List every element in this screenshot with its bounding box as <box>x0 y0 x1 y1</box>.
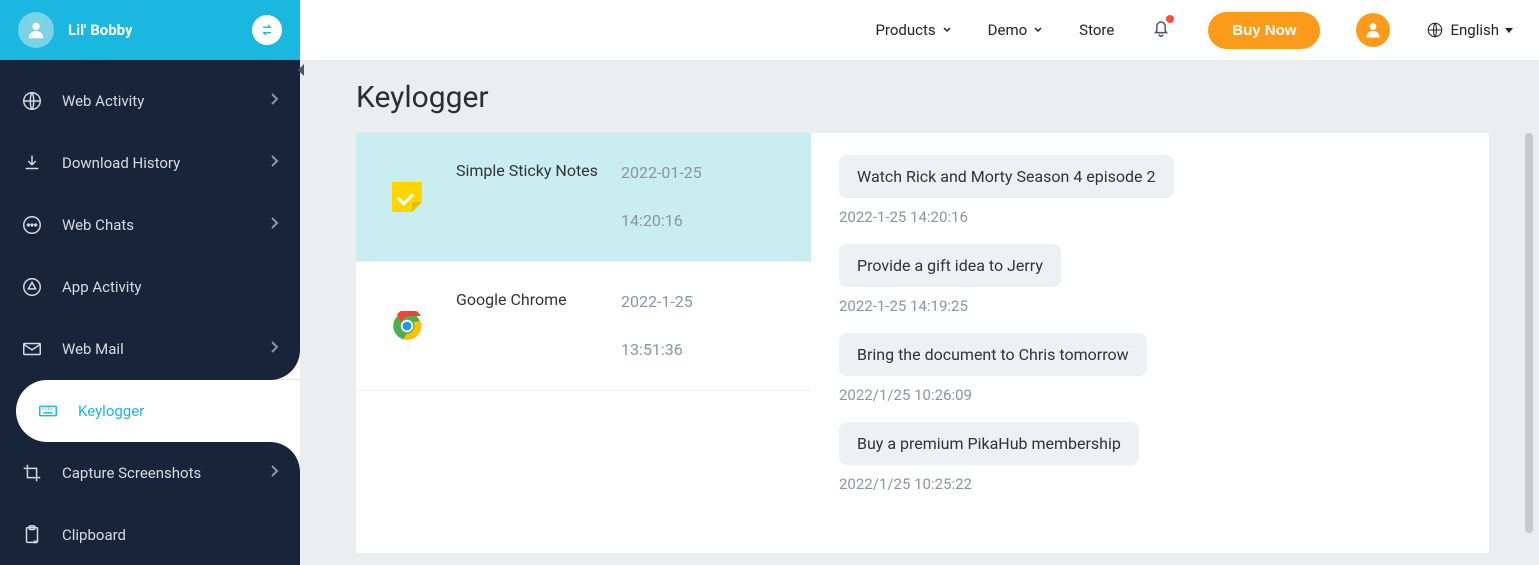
log-entry: Buy a premium PikaHub membership 2022/1/… <box>839 422 1461 493</box>
notifications-button[interactable] <box>1150 17 1172 43</box>
sidebar-item-app-activity[interactable]: App Activity <box>0 256 300 318</box>
log-entry: Bring the document to Chris tomorrow 202… <box>839 333 1461 404</box>
swap-icon <box>259 22 275 38</box>
log-entry: Watch Rick and Morty Season 4 episode 2 … <box>839 155 1461 226</box>
app-date: 2022-1-25 <box>621 290 693 314</box>
clipboard-icon <box>20 523 44 547</box>
nav-label: Products <box>875 21 935 39</box>
sidebar-item-label: Clipboard <box>62 526 126 544</box>
sidebar-item-label: Capture Screenshots <box>62 464 201 482</box>
sidebar-item-web-mail[interactable]: Web Mail <box>0 318 300 380</box>
nav-label: Store <box>1079 21 1114 39</box>
globe-icon <box>1426 21 1444 39</box>
sidebar-item-label: Download History <box>62 154 180 172</box>
sidebar-header: Lil' Bobby <box>0 0 300 60</box>
profile-avatar[interactable] <box>18 12 54 48</box>
switch-profile-button[interactable] <box>252 15 282 45</box>
sidebar-item-clipboard[interactable]: Clipboard <box>0 504 300 565</box>
language-label: English <box>1450 21 1499 39</box>
app-list: Simple Sticky Notes 2022-01-25 14:20:16 <box>356 133 811 553</box>
chat-icon <box>20 213 44 237</box>
chrome-icon <box>380 311 434 341</box>
sidebar-item-web-activity[interactable]: Web Activity <box>0 70 300 132</box>
globe-icon <box>20 89 44 113</box>
main: Products Demo Store Buy Now English Keyl… <box>300 0 1539 565</box>
log-timestamp: 2022/1/25 10:26:09 <box>839 386 1461 404</box>
app-name: Google Chrome <box>456 290 621 362</box>
language-selector[interactable]: English <box>1426 21 1513 39</box>
chevron-down-icon <box>942 25 952 35</box>
log-timestamp: 2022/1/25 10:25:22 <box>839 475 1461 493</box>
log-timestamp: 2022-1-25 14:19:25 <box>839 297 1461 315</box>
chevron-right-icon <box>270 91 280 110</box>
app-row-sticky-notes[interactable]: Simple Sticky Notes 2022-01-25 14:20:16 <box>356 133 811 262</box>
caret-down-icon <box>1505 28 1513 33</box>
log-text: Bring the document to Chris tomorrow <box>839 333 1147 376</box>
log-timestamp: 2022-1-25 14:20:16 <box>839 208 1461 226</box>
sidebar-item-web-chats[interactable]: Web Chats <box>0 194 300 256</box>
sidebar-nav: Web Activity Download History Web Chats … <box>0 60 300 565</box>
mail-icon <box>20 337 44 361</box>
app-time: 13:51:36 <box>621 338 693 362</box>
profile-name: Lil' Bobby <box>68 21 133 39</box>
topbar: Products Demo Store Buy Now English <box>300 0 1539 60</box>
sidebar-item-keylogger[interactable]: Keylogger <box>16 380 300 442</box>
content-area: Keylogger Simple Sticky Notes 2022-01-25… <box>300 60 1539 565</box>
account-avatar-button[interactable] <box>1356 13 1390 47</box>
keyboard-icon <box>36 399 60 423</box>
log-text: Provide a gift idea to Jerry <box>839 244 1061 287</box>
buy-now-button[interactable]: Buy Now <box>1208 12 1320 49</box>
nav-products[interactable]: Products <box>875 21 951 39</box>
nav-demo[interactable]: Demo <box>988 21 1044 39</box>
page-title: Keylogger <box>356 80 1489 115</box>
app-name: Simple Sticky Notes <box>456 161 621 233</box>
sidebar-item-download-history[interactable]: Download History <box>0 132 300 194</box>
chevron-right-icon <box>270 463 280 482</box>
log-entry: Provide a gift idea to Jerry 2022-1-25 1… <box>839 244 1461 315</box>
nav-label: Demo <box>988 21 1028 39</box>
sidebar-item-label: App Activity <box>62 278 141 296</box>
chevron-right-icon <box>270 215 280 234</box>
sidebar-item-label: Web Mail <box>62 340 124 358</box>
app-time: 14:20:16 <box>621 209 702 233</box>
sidebar-item-label: Web Activity <box>62 92 144 110</box>
log-text: Watch Rick and Morty Season 4 episode 2 <box>839 155 1174 198</box>
chevron-right-icon <box>270 153 280 172</box>
notification-dot <box>1166 15 1174 23</box>
sticky-notes-icon <box>380 182 434 212</box>
app-date: 2022-01-25 <box>621 161 702 185</box>
download-icon <box>20 151 44 175</box>
sidebar-item-label: Keylogger <box>78 402 144 420</box>
app-row-chrome[interactable]: Google Chrome 2022-1-25 13:51:36 <box>356 262 811 391</box>
user-icon <box>25 19 47 41</box>
app-activity-icon <box>20 275 44 299</box>
keystroke-log[interactable]: Watch Rick and Morty Season 4 episode 2 … <box>811 133 1489 553</box>
crop-icon <box>20 461 44 485</box>
sidebar-item-label: Web Chats <box>62 216 134 234</box>
scrollbar-thumb[interactable] <box>1525 133 1533 533</box>
log-text: Buy a premium PikaHub membership <box>839 422 1139 465</box>
keylogger-panel: Simple Sticky Notes 2022-01-25 14:20:16 <box>356 133 1489 553</box>
user-icon <box>1363 20 1383 40</box>
content-scrollbar[interactable] <box>1525 133 1533 553</box>
nav-store[interactable]: Store <box>1079 21 1114 39</box>
sidebar: Lil' Bobby Web Activity Download History… <box>0 0 300 565</box>
chevron-down-icon <box>1033 25 1043 35</box>
sidebar-item-capture-screenshots[interactable]: Capture Screenshots <box>0 442 300 504</box>
